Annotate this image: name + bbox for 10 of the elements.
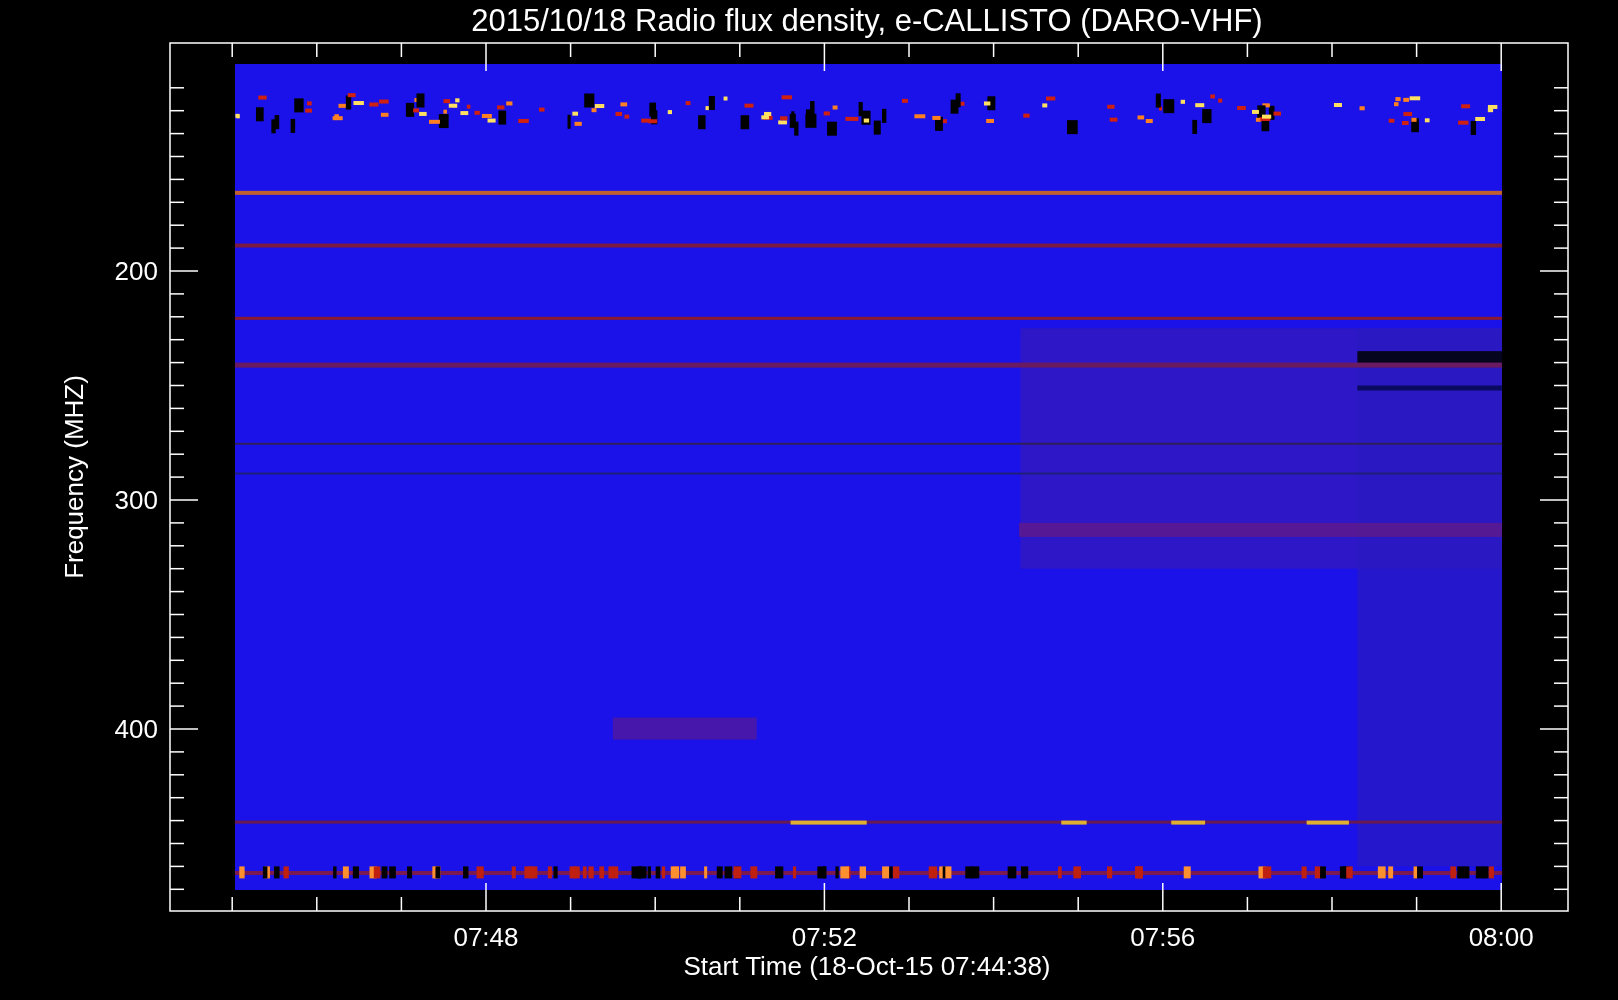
y-axis-label: Frequency (MHZ) [59,375,89,579]
y-tick-label: 300 [114,485,158,515]
y-tick-label: 400 [114,714,158,744]
x-tick-label: 07:48 [453,922,519,952]
x-tick-label: 07:52 [791,922,857,952]
x-axis-label: Start Time (18-Oct-15 07:44:38) [683,951,1051,981]
x-tick-label: 08:00 [1468,922,1534,952]
x-tick-label: 07:56 [1130,922,1196,952]
chart-title: 2015/10/18 Radio flux density, e-CALLISTO (DARO-VHF) [471,3,1263,38]
y-tick-label: 200 [114,256,158,286]
